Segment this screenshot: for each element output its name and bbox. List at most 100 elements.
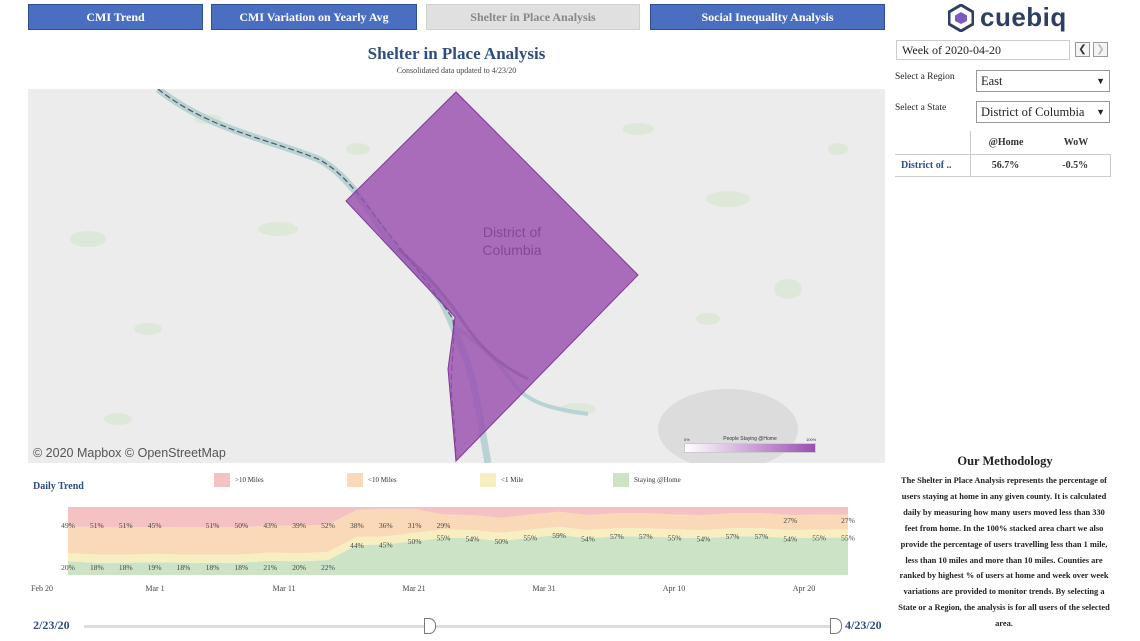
tab-shelter-in-place[interactable]: Shelter in Place Analysis <box>426 4 640 30</box>
legend-label: Staying @Home <box>634 476 681 484</box>
slider-start-date: 2/23/20 <box>33 618 70 632</box>
x-tick-label: Apr 10 <box>663 584 685 593</box>
legend-swatch <box>214 473 230 487</box>
x-tick-label: Mar 31 <box>532 584 555 593</box>
next-week-button[interactable]: ❯ <box>1093 42 1108 57</box>
chevron-down-icon: ▼ <box>1096 76 1105 86</box>
brand-name: cuebiq <box>980 2 1067 32</box>
data-label-lt10: 51% <box>119 521 133 530</box>
data-label-home: 57% <box>726 532 740 541</box>
region-label-line1: District of <box>483 224 541 240</box>
data-label-lt10: 52% <box>321 521 335 530</box>
map-legend-max: 100% <box>806 437 817 442</box>
state-select-value: District of Columbia <box>981 104 1085 119</box>
legend-swatch <box>480 473 496 487</box>
legend-label: <10 Miles <box>368 476 397 484</box>
column-header-home: @Home <box>988 137 1024 148</box>
data-label-lt10: 36% <box>379 521 393 530</box>
x-tick-label: Mar 21 <box>402 584 425 593</box>
data-label-home: 21% <box>263 563 277 572</box>
table-cell-home: 56.7% <box>991 160 1020 171</box>
data-label-home: 57% <box>639 532 653 541</box>
data-label-lt10: 38% <box>350 521 364 530</box>
map-attribution[interactable]: © 2020 Mapbox © OpenStreetMap <box>33 446 226 460</box>
daily-trend-title: Daily Trend <box>33 481 84 492</box>
slider-handle-start[interactable] <box>424 618 436 634</box>
methodology-text: The Shelter in Place Analysis represents… <box>898 476 1110 629</box>
brand-logo: cuebiq <box>948 2 1067 33</box>
data-label-home: 18% <box>177 563 191 572</box>
data-label-home: 19% <box>148 563 162 572</box>
prev-week-button[interactable]: ❮ <box>1075 42 1090 57</box>
slider-end-date: 4/23/20 <box>845 618 882 632</box>
legend-swatch <box>613 473 629 487</box>
table-cell-wow: -0.5% <box>1062 160 1089 171</box>
state-select-label: Select a State <box>895 103 947 113</box>
data-label-home: 54% <box>697 534 711 543</box>
data-label-home: 44% <box>350 541 364 550</box>
date-range-slider[interactable] <box>84 625 837 628</box>
daily-trend-chart[interactable]: 20% 18% 18% 19% 18% 18% 18% 21% 20% 22% 44% 45% 50% 5… <box>28 503 885 595</box>
data-label-home: 45% <box>379 540 393 549</box>
legend-item-over10[interactable]: >10 Miles <box>214 473 264 487</box>
region-select-label: Select a Region <box>895 72 955 82</box>
data-label-home: 54% <box>783 534 797 543</box>
data-label-lt10: 43% <box>263 521 277 530</box>
tab-cmi-trend[interactable]: CMI Trend <box>28 4 203 30</box>
data-label-lt10: 39% <box>292 521 306 530</box>
data-label-lt10: 27% <box>783 516 797 525</box>
chart-ticks: Feb 20 Mar 1 Mar 11 Mar 21 Mar 31 Apr 10 Apr 2… <box>31 584 815 593</box>
data-label-home: 18% <box>206 563 220 572</box>
legend-item-under10[interactable]: <10 Miles <box>347 473 397 487</box>
map-legend-title: People Staying @Home <box>723 436 777 442</box>
chevron-right-icon: ❯ <box>1096 44 1105 55</box>
data-label-home: 57% <box>754 532 768 541</box>
data-label-home: 55% <box>668 534 682 543</box>
x-tick-label: Apr 20 <box>793 584 815 593</box>
map[interactable]: District of Columbia © 2020 Mapbox © Ope… <box>28 89 885 463</box>
data-label-lt10: 49% <box>61 521 75 530</box>
data-label-home: 55% <box>812 534 826 543</box>
week-selector[interactable]: Week of 2020-04-20 <box>896 40 1070 60</box>
table-header-row: @Home WoW <box>895 131 1111 154</box>
tab-social-inequality[interactable]: Social Inequality Analysis <box>650 4 885 30</box>
page-subtitle: Consolidated data updated to 4/23/20 <box>396 66 517 75</box>
region-label-line2: Columbia <box>482 242 541 258</box>
data-label-home: 18% <box>119 563 133 572</box>
column-header-wow: WoW <box>1063 137 1089 148</box>
data-label-lt10: 50% <box>234 521 248 530</box>
legend-label: <1 Mile <box>501 476 524 484</box>
data-label-lt10: 27% <box>841 516 855 525</box>
map-canvas: District of Columbia <box>70 89 848 463</box>
chevron-left-icon: ❮ <box>1078 44 1087 55</box>
state-select[interactable]: District of Columbia ▼ <box>976 101 1110 123</box>
data-label-home: 22% <box>321 563 335 572</box>
data-label-home: 55% <box>437 534 451 543</box>
legend-item-home[interactable]: Staying @Home <box>613 473 681 487</box>
data-label-lt10: 45% <box>148 521 162 530</box>
data-label-home: 57% <box>610 532 624 541</box>
data-label-home: 55% <box>841 534 855 543</box>
slider-handle-end[interactable] <box>830 618 842 634</box>
data-label-home: 50% <box>494 537 508 546</box>
map-legend-gradient <box>684 443 816 453</box>
methodology-title: Our Methodology <box>957 454 1053 468</box>
data-label-home: 59% <box>552 531 566 540</box>
data-label-home: 20% <box>61 563 75 572</box>
table-row[interactable]: District of .. 56.7% -0.5% <box>895 154 1111 177</box>
data-label-home: 54% <box>581 534 595 543</box>
map-legend-min: 0% <box>684 437 690 442</box>
data-label-home: 20% <box>292 563 306 572</box>
district-of-columbia-region[interactable] <box>345 91 639 463</box>
region-select[interactable]: East ▼ <box>976 70 1110 92</box>
tab-cmi-variation[interactable]: CMI Variation on Yearly Avg <box>211 4 417 30</box>
data-label-home: 50% <box>408 537 422 546</box>
table-row-label[interactable]: District of .. <box>895 155 971 176</box>
page-title: Shelter in Place Analysis <box>367 44 546 63</box>
data-label-home: 55% <box>523 534 537 543</box>
cuebiq-logo-icon <box>948 3 974 32</box>
region-select-value: East <box>981 73 1003 88</box>
legend-item-under1[interactable]: <1 Mile <box>480 473 523 487</box>
x-tick-label: Mar 11 <box>272 584 295 593</box>
data-label-lt10: 29% <box>437 521 451 530</box>
